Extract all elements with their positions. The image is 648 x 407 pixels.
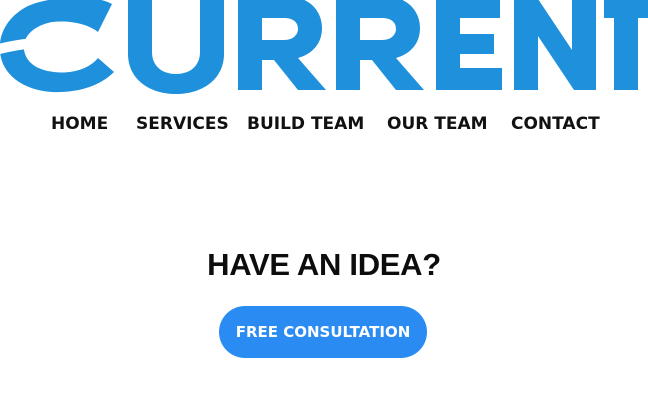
hero-headline: HAVE AN IDEA? (207, 247, 441, 282)
nav-item-our-team[interactable]: OUR TEAM (387, 112, 488, 136)
free-consultation-button[interactable]: FREE CONSULTATION (219, 306, 427, 358)
nav-item-build-team[interactable]: BUILD TEAM (247, 112, 364, 136)
main-nav: HOME SERVICES BUILD TEAM OUR TEAM CONTAC… (0, 112, 648, 136)
current-logo-mark (0, 0, 648, 94)
nav-item-services[interactable]: SERVICES (136, 112, 229, 136)
brand-logo[interactable] (0, 0, 648, 96)
nav-item-contact[interactable]: CONTACT (511, 112, 600, 136)
nav-item-home[interactable]: HOME (51, 112, 108, 136)
